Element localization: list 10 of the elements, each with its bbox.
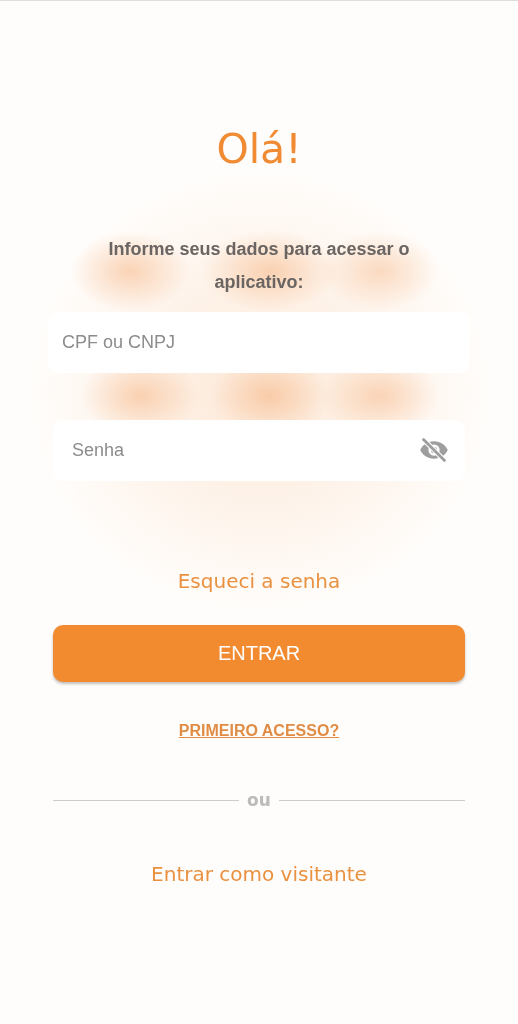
login-button[interactable]: ENTRAR [53, 625, 465, 682]
eye-slash-icon[interactable] [419, 435, 449, 465]
divider-label: ou [247, 790, 271, 810]
forgot-password-link[interactable]: Esqueci a senha [177, 569, 341, 593]
input-field[interactable]: CPF ou CNPJ [48, 312, 470, 373]
first-access-link[interactable]: PRIMEIRO ACESSO? [178, 722, 340, 740]
instruction-text: Informe seus dados para acessar o aplicativo: [107, 238, 411, 294]
password-field[interactable]: Senha [53, 420, 465, 481]
greeting-title: Olá! [216, 124, 302, 175]
guest-login-link[interactable]: Entrar como visitante [151, 862, 367, 886]
